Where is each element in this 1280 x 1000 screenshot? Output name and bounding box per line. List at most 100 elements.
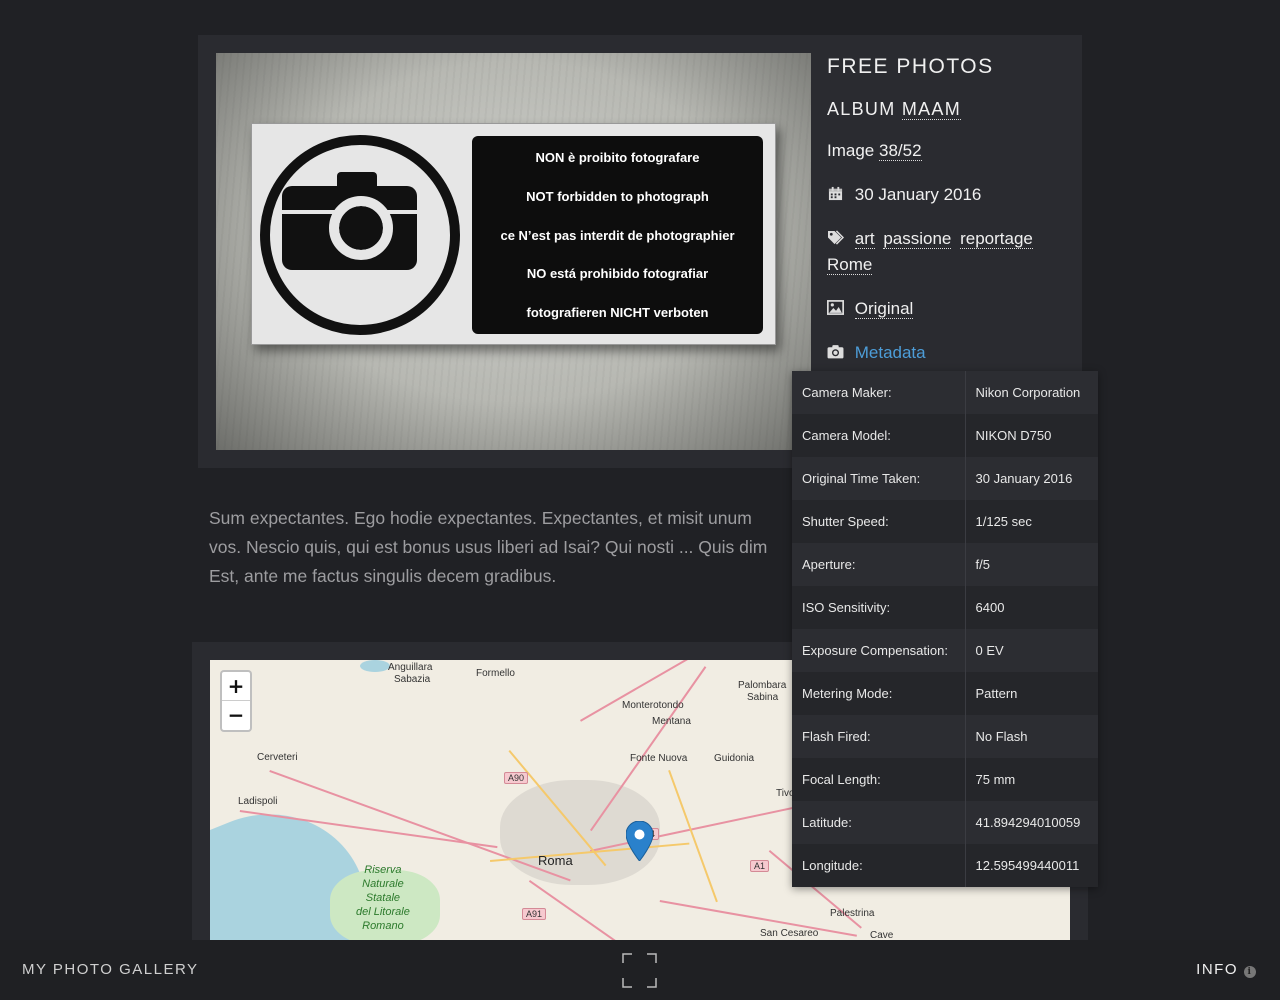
original-link[interactable]: Original bbox=[854, 299, 914, 319]
sign-line: ce N’est pas interdit de photographier bbox=[500, 227, 735, 243]
metadata-row: Longitude: 12.595499440011 bbox=[792, 844, 1098, 887]
metadata-row: Camera Maker: Nikon Corporation bbox=[792, 371, 1098, 414]
metadata-link[interactable]: Metadata bbox=[855, 343, 926, 362]
metadata-value: f/5 bbox=[965, 543, 1098, 586]
metadata-key: Aperture: bbox=[792, 543, 966, 586]
metadata-row: Flash Fired: No Flash bbox=[792, 715, 1098, 758]
map-label: Palestrina bbox=[830, 908, 875, 919]
tag-link[interactable]: reportage bbox=[960, 229, 1033, 249]
map-label: Palombara bbox=[738, 680, 787, 691]
map-road bbox=[528, 880, 662, 941]
fullscreen-icon[interactable] bbox=[622, 953, 657, 988]
map-label: Ladispoli bbox=[238, 796, 278, 807]
metadata-value: 30 January 2016 bbox=[965, 457, 1098, 500]
road-shield: A90 bbox=[504, 772, 529, 784]
metadata-popover: Camera Maker: Nikon Corporation Camera Mod… bbox=[792, 371, 1098, 887]
map-park-label: Riserva Naturale Statale del Litorale Ro… bbox=[356, 863, 410, 933]
map-label: Cerveteri bbox=[257, 752, 298, 763]
sign-line: fotografieren NICHT verboten bbox=[526, 305, 709, 320]
metadata-row: Focal Length: 75 mm bbox=[792, 758, 1098, 801]
map-road bbox=[668, 770, 718, 903]
map-label: Naturale bbox=[362, 878, 404, 890]
gallery-title[interactable]: MY PHOTO GALLERY bbox=[22, 961, 199, 978]
date-line: 30 January 2016 bbox=[827, 182, 1077, 208]
tag-link[interactable]: Rome bbox=[827, 255, 873, 275]
info-label: INFO bbox=[1196, 961, 1238, 978]
metadata-value: 75 mm bbox=[965, 758, 1098, 801]
map-label: Mentana bbox=[652, 716, 691, 727]
metadata-key: Metering Mode: bbox=[792, 672, 966, 715]
image-counter-link[interactable]: 38/52 bbox=[878, 141, 922, 161]
metadata-value: 41.894294010059 bbox=[965, 801, 1098, 844]
sign-text-plate: NON è proibito fotografare NOT forbidden… bbox=[472, 136, 763, 334]
description-line: Est, ante me factus singulis decem gradi… bbox=[209, 566, 557, 586]
map-label: Sabina bbox=[747, 692, 779, 703]
photo-description: Sum expectantes. Ego hodie expectantes. … bbox=[209, 504, 809, 591]
site-title: FREE PHOTOS bbox=[827, 55, 994, 78]
image-prefix: Image bbox=[827, 141, 875, 160]
main-photo[interactable]: NON è proibito fotografare NOT forbidden… bbox=[216, 53, 811, 450]
metadata-value: Pattern bbox=[965, 672, 1098, 715]
map-label: Romano bbox=[362, 920, 404, 932]
map-label: Anguillara bbox=[388, 662, 433, 673]
metadata-row: ISO Sensitivity: 6400 bbox=[792, 586, 1098, 629]
map-label: Sabazia bbox=[394, 674, 431, 685]
tags-icon bbox=[828, 230, 844, 245]
photo-date: 30 January 2016 bbox=[854, 185, 982, 204]
album-prefix: ALBUM bbox=[827, 99, 896, 119]
map-label: Riserva bbox=[364, 864, 402, 876]
map-road bbox=[659, 900, 857, 937]
description-line: vos. Nescio quis, qui est bonus usus lib… bbox=[209, 537, 768, 557]
image-icon bbox=[827, 300, 844, 315]
camera-symbol-lens-inner bbox=[341, 208, 381, 248]
road-shield: A91 bbox=[522, 908, 547, 920]
metadata-row: Latitude: 41.894294010059 bbox=[792, 801, 1098, 844]
map-label: Guidonia bbox=[714, 753, 755, 764]
map-zoom-control: + − bbox=[220, 670, 252, 732]
sign-line: NO está prohibido fotografiar bbox=[526, 266, 709, 282]
zoom-out-button[interactable]: − bbox=[222, 701, 250, 730]
map-label: del Litorale bbox=[356, 906, 410, 918]
metadata-value: 12.595499440011 bbox=[965, 844, 1098, 887]
tag-link[interactable]: art bbox=[854, 229, 875, 249]
metadata-key: Camera Model: bbox=[792, 414, 966, 457]
photo-sign: NON è proibito fotografare NOT forbidden… bbox=[251, 123, 776, 345]
zoom-in-button[interactable]: + bbox=[222, 672, 250, 701]
metadata-key: Camera Maker: bbox=[792, 371, 966, 414]
metadata-line: Metadata bbox=[827, 340, 1077, 366]
metadata-key: Shutter Speed: bbox=[792, 500, 966, 543]
map-label: Formello bbox=[476, 668, 515, 679]
original-line: Original bbox=[827, 296, 1077, 322]
metadata-row: Aperture: f/5 bbox=[792, 543, 1098, 586]
metadata-key: Original Time Taken: bbox=[792, 457, 966, 500]
map-lake bbox=[360, 660, 390, 672]
metadata-value: 6400 bbox=[965, 586, 1098, 629]
metadata-value: Nikon Corporation bbox=[965, 371, 1098, 414]
image-counter-line: Image 38/52 bbox=[827, 138, 1077, 164]
metadata-row: Camera Model: NIKON D750 bbox=[792, 414, 1098, 457]
road-shield: A1 bbox=[750, 860, 770, 872]
metadata-value: 0 EV bbox=[965, 629, 1098, 672]
map-road bbox=[580, 660, 694, 722]
calendar-icon bbox=[828, 186, 843, 201]
sign-line: NOT forbidden to photograph bbox=[526, 188, 709, 204]
image-info-panel: FREE PHOTOS ALBUM MAAM Image 38/52 30 Ja… bbox=[827, 55, 1077, 366]
tag-link[interactable]: passione bbox=[883, 229, 952, 249]
metadata-row: Original Time Taken: 30 January 2016 bbox=[792, 457, 1098, 500]
map-label: Roma bbox=[538, 853, 573, 868]
map-label: San Cesareo bbox=[760, 928, 819, 939]
album-link[interactable]: MAAM bbox=[901, 99, 962, 120]
metadata-key: Flash Fired: bbox=[792, 715, 966, 758]
footer-bar: MY PHOTO GALLERY INFO i bbox=[0, 940, 1280, 1000]
map-marker-icon[interactable] bbox=[626, 821, 653, 861]
metadata-key: Focal Length: bbox=[792, 758, 966, 801]
info-button[interactable]: INFO i bbox=[1196, 961, 1256, 978]
metadata-key: Exposure Compensation: bbox=[792, 629, 966, 672]
metadata-row: Metering Mode: Pattern bbox=[792, 672, 1098, 715]
album-line: ALBUM MAAM bbox=[827, 99, 1077, 120]
metadata-row: Exposure Compensation: 0 EV bbox=[792, 629, 1098, 672]
map-label: Monterotondo bbox=[622, 700, 684, 711]
description-line: Sum expectantes. Ego hodie expectantes. … bbox=[209, 508, 752, 528]
metadata-value: 1/125 sec bbox=[965, 500, 1098, 543]
metadata-key: Latitude: bbox=[792, 801, 966, 844]
